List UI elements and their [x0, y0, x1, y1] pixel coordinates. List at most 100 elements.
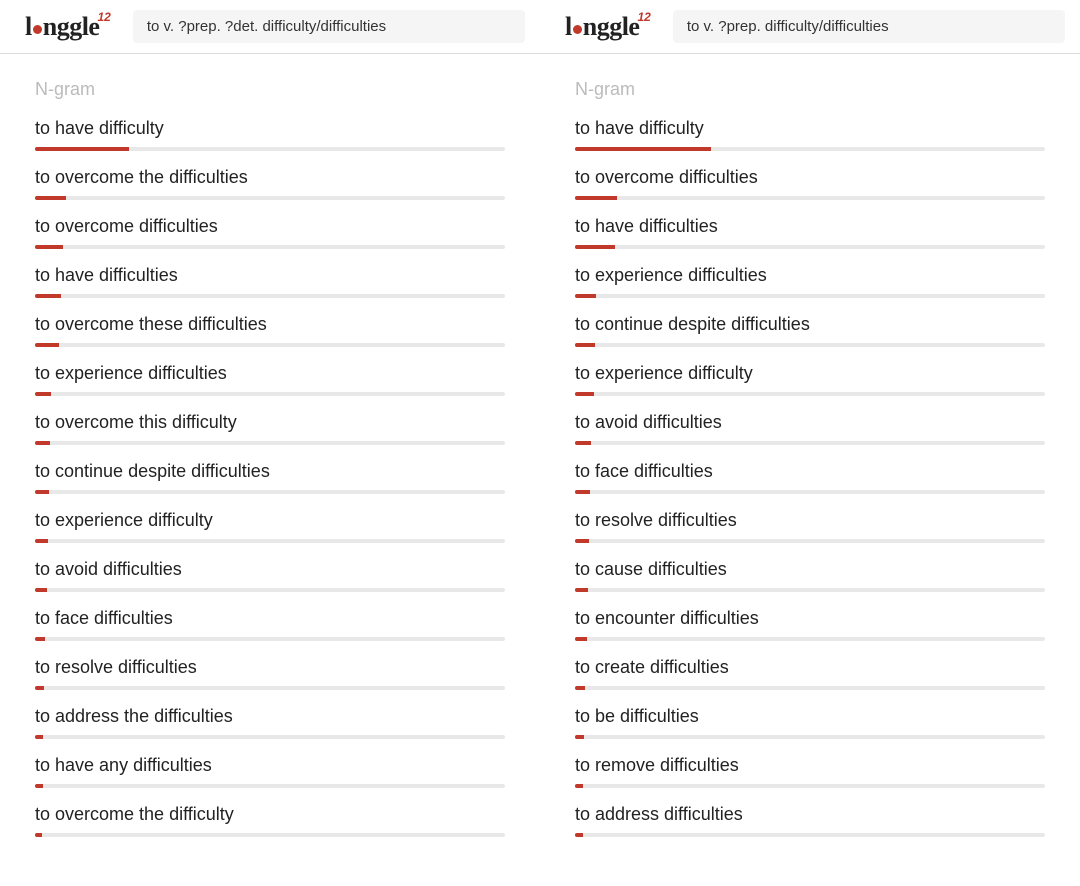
ngram-item[interactable]: to face difficulties [575, 461, 1045, 494]
ngram-item[interactable]: to overcome this difficulty [35, 412, 505, 445]
ngram-list-right: to have difficulty to overcome difficulti… [575, 118, 1045, 837]
frequency-bar-fill [35, 539, 48, 543]
frequency-bar-fill [35, 833, 42, 837]
ngram-item[interactable]: to address difficulties [575, 804, 1045, 837]
ngram-item[interactable]: to face difficulties [35, 608, 505, 641]
ngram-item[interactable]: to cause difficulties [575, 559, 1045, 592]
frequency-bar-fill [575, 294, 596, 298]
frequency-bar-fill [575, 147, 711, 151]
ngram-text: to avoid difficulties [35, 559, 505, 580]
right-panel: l nggle 12 N-gram to have difficulty to o… [540, 0, 1080, 863]
ngram-item[interactable]: to experience difficulties [575, 265, 1045, 298]
ngram-text: to address the difficulties [35, 706, 505, 727]
frequency-bar [35, 686, 505, 690]
logo[interactable]: l nggle 12 [565, 12, 653, 42]
ngram-item[interactable]: to remove difficulties [575, 755, 1045, 788]
frequency-bar [575, 735, 1045, 739]
frequency-bar [35, 147, 505, 151]
frequency-bar [35, 539, 505, 543]
ngram-text: to overcome the difficulty [35, 804, 505, 825]
logo-text-left: l [25, 12, 32, 42]
ngram-item[interactable]: to overcome these difficulties [35, 314, 505, 347]
ngram-text: to resolve difficulties [575, 510, 1045, 531]
ngram-text: to remove difficulties [575, 755, 1045, 776]
ngram-item[interactable]: to continue despite difficulties [575, 314, 1045, 347]
frequency-bar-fill [35, 735, 43, 739]
logo[interactable]: l nggle 12 [25, 12, 113, 42]
ngram-text: to overcome this difficulty [35, 412, 505, 433]
ngram-text: to overcome the difficulties [35, 167, 505, 188]
frequency-bar-fill [35, 147, 129, 151]
right-content: N-gram to have difficulty to overcome dif… [540, 54, 1080, 863]
search-input-left[interactable] [133, 10, 525, 43]
section-label-right: N-gram [575, 79, 1045, 100]
ngram-item[interactable]: to experience difficulty [35, 510, 505, 543]
ngram-text: to resolve difficulties [35, 657, 505, 678]
frequency-bar-fill [35, 294, 61, 298]
ngram-text: to overcome difficulties [35, 216, 505, 237]
ngram-item[interactable]: to encounter difficulties [575, 608, 1045, 641]
frequency-bar [35, 588, 505, 592]
ngram-text: to cause difficulties [575, 559, 1045, 580]
ngram-text: to have any difficulties [35, 755, 505, 776]
ngram-item[interactable]: to continue despite difficulties [35, 461, 505, 494]
frequency-bar [575, 686, 1045, 690]
ngram-item[interactable]: to experience difficulty [575, 363, 1045, 396]
frequency-bar-fill [575, 588, 588, 592]
frequency-bar [35, 637, 505, 641]
logo-text-mid: nggle [43, 12, 100, 42]
ngram-item[interactable]: to overcome difficulties [35, 216, 505, 249]
logo-superscript: 12 [97, 10, 110, 24]
frequency-bar [575, 637, 1045, 641]
ngram-text: to have difficulties [35, 265, 505, 286]
frequency-bar-fill [575, 196, 617, 200]
ngram-item[interactable]: to have difficulty [35, 118, 505, 151]
ngram-item[interactable]: to have any difficulties [35, 755, 505, 788]
frequency-bar [575, 490, 1045, 494]
frequency-bar [575, 441, 1045, 445]
ngram-item[interactable]: to have difficulties [35, 265, 505, 298]
frequency-bar-fill [575, 637, 587, 641]
ngram-text: to avoid difficulties [575, 412, 1045, 433]
frequency-bar [575, 294, 1045, 298]
ngram-item[interactable]: to avoid difficulties [575, 412, 1045, 445]
ngram-text: to continue despite difficulties [575, 314, 1045, 335]
ngram-item[interactable]: to overcome difficulties [575, 167, 1045, 200]
ngram-item[interactable]: to create difficulties [575, 657, 1045, 690]
frequency-bar [575, 196, 1045, 200]
frequency-bar-fill [575, 735, 584, 739]
ngram-text: to face difficulties [575, 461, 1045, 482]
logo-text-left: l [565, 12, 572, 42]
frequency-bar-fill [35, 441, 50, 445]
search-input-right[interactable] [673, 10, 1065, 43]
ngram-text: to overcome these difficulties [35, 314, 505, 335]
frequency-bar [35, 245, 505, 249]
ngram-item[interactable]: to resolve difficulties [35, 657, 505, 690]
ngram-item[interactable]: to overcome the difficulties [35, 167, 505, 200]
frequency-bar-fill [35, 686, 44, 690]
frequency-bar-fill [575, 245, 615, 249]
ngram-text: to encounter difficulties [575, 608, 1045, 629]
logo-text-mid: nggle [583, 12, 640, 42]
logo-superscript: 12 [637, 10, 650, 24]
ngram-text: to continue despite difficulties [35, 461, 505, 482]
ngram-text: to experience difficulties [35, 363, 505, 384]
ngram-item[interactable]: to overcome the difficulty [35, 804, 505, 837]
ngram-item[interactable]: to address the difficulties [35, 706, 505, 739]
ngram-text: to address difficulties [575, 804, 1045, 825]
frequency-bar [575, 392, 1045, 396]
ngram-text: to experience difficulties [575, 265, 1045, 286]
ngram-item[interactable]: to have difficulty [575, 118, 1045, 151]
ngram-text: to experience difficulty [35, 510, 505, 531]
ngram-item[interactable]: to have difficulties [575, 216, 1045, 249]
ngram-item[interactable]: to experience difficulties [35, 363, 505, 396]
ngram-text: to overcome difficulties [575, 167, 1045, 188]
frequency-bar-fill [35, 588, 47, 592]
ngram-item[interactable]: to avoid difficulties [35, 559, 505, 592]
right-header: l nggle 12 [540, 0, 1080, 54]
frequency-bar-fill [575, 686, 585, 690]
ngram-item[interactable]: to resolve difficulties [575, 510, 1045, 543]
ngram-text: to create difficulties [575, 657, 1045, 678]
section-label-left: N-gram [35, 79, 505, 100]
ngram-item[interactable]: to be difficulties [575, 706, 1045, 739]
